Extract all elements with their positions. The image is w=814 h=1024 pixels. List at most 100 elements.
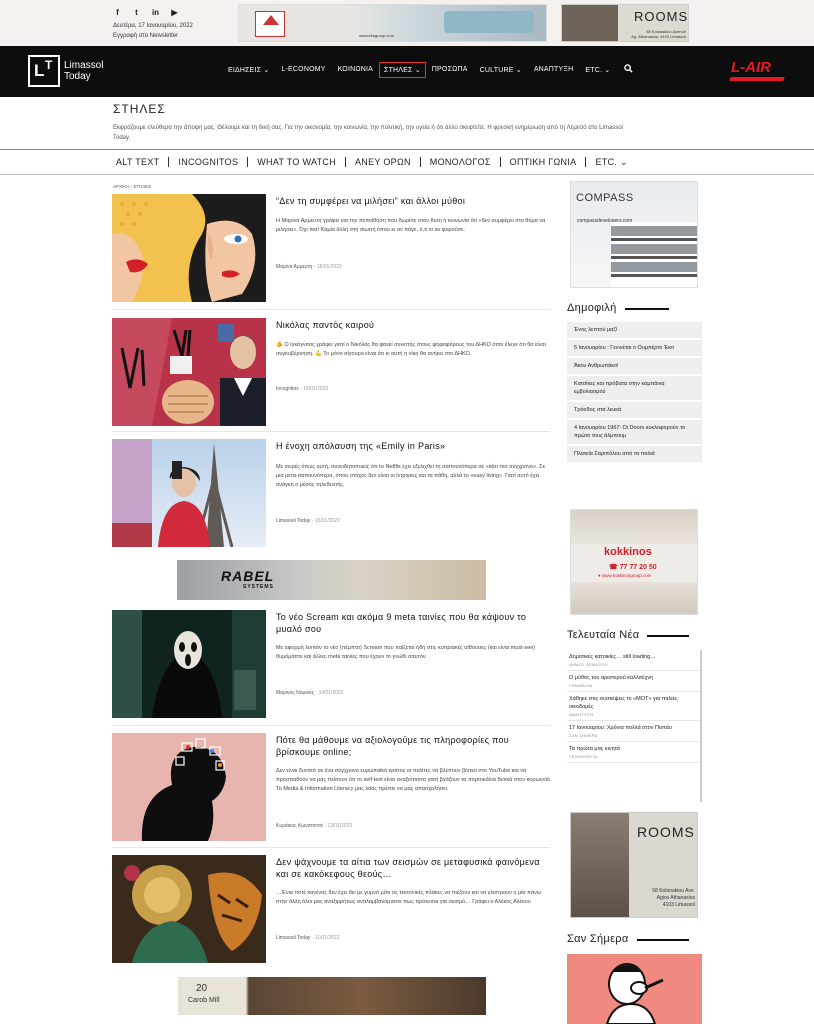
youtube-icon[interactable]: ▶ [170,8,179,17]
article-author[interactable]: Incognitos [276,386,299,392]
nav-item-columns[interactable]: ΣΤΗΛΕΣ ⌄ [379,62,426,78]
list-item[interactable]: Τρόοδος στα λευκά [567,402,702,420]
nav-item-news[interactable]: ΕΙΔΗΣΕΙΣ ⌄ [222,66,275,78]
article-author[interactable]: Κυριάκος Κωνσταντά [276,823,323,829]
linkedin-icon[interactable]: in [151,8,160,17]
subnav-item-incognitos[interactable]: INCOGNITOS [169,157,249,167]
ad-brand: RABEL [221,568,275,584]
divider [112,431,550,432]
article-date: 14/01/2022 [318,690,344,696]
list-item[interactable]: Χάθηκε στις συσκέψεις το «ΜΟΤ» για παλιέ… [567,692,700,721]
search-icon[interactable] [616,64,633,78]
article-thumbnail[interactable] [112,439,266,547]
nav-item-l-economy[interactable]: L-ECONOMY [275,66,331,78]
article-thumbnail[interactable] [112,855,266,963]
newsletter-link[interactable]: Εγγραφή στο Newsletter [113,33,178,39]
article-author[interactable]: Μαρίνα Αρμεύτη [276,264,312,270]
list-item[interactable]: 17 Ιανουαρίου: Χρόνια πολλά στον Ποπάυ Σ… [567,721,700,742]
subnav-item-etc[interactable]: ETC. ⌄ [586,157,636,167]
subnav-item-what-to-watch[interactable]: WHAT TO WATCH [248,157,346,167]
latest-category: ΑΝΑΠΤΥΞΗ [569,712,594,717]
rooms-top-ad[interactable]: ROOMS 58 Kolonakiou Avenue Ag. Athanasio… [561,4,689,42]
nav-item-development[interactable]: ΑΝΑΠΤΥΞΗ [528,66,580,78]
list-item[interactable]: Πλατεία Σαριπόλου από τα παλιά [567,446,702,464]
latest-title[interactable]: Χάθηκε στις συσκέψεις το «ΜΟΤ» για παλιέ… [569,695,696,711]
article-title[interactable]: Δεν ψάχνουμε τα αίτια των σεισμών σε μετ… [276,856,552,880]
list-item[interactable]: Δημοτικές κατοικίες… still loading… ΔΗΜΟ… [567,650,700,671]
article-excerpt: Η Μαρίνα Αρμεύτη γράφει για την πεποίθησ… [276,218,546,233]
site-logo[interactable]: Limassol Today [28,55,103,87]
article-meta: Limassol Today - 15/01/2022 [276,518,340,524]
ad-image [571,582,697,614]
subnav-item-anev-oron[interactable]: ΑΝΕΥ ΟΡΩΝ [346,157,421,167]
article-date: 18/01/2022 [316,264,342,270]
article-thumbnail[interactable] [112,194,266,302]
list-item[interactable]: Άκου Ανθρωπάκο! [567,358,702,376]
list-item[interactable]: Ο μύθος του αριστερού καλλιτέχνη ΓΡΑΜΜΑΤ… [567,671,700,692]
article-meta: Μαρίνα Αρμεύτη - 18/01/2022 [276,264,342,270]
ad-image [562,5,618,41]
nav-item-people[interactable]: ΠΡΟΣΩΠΑ [426,66,474,78]
ad-subbrand: SYSTEMS [243,584,274,590]
article-thumbnail[interactable] [112,610,266,718]
article-title[interactable]: Νικόλας παντός καιρού [276,319,552,331]
list-item[interactable]: Κατσίκες και πρόβατα στην καμπάνια εμβολ… [567,376,702,402]
article-date: 13/01/2022 [327,823,353,829]
article-card: Πότε θα μάθουμε να αξιολογούμε τις πληρο… [112,733,552,841]
article-thumbnail[interactable] [112,733,266,841]
rooms-ad-address-line: 58 Kolonakiou Ave. [652,888,695,894]
article-title[interactable]: Πότε θα μάθουμε να αξιολογούμε τις πληρο… [276,734,552,758]
ad-image [611,222,697,287]
article-author[interactable]: Limassol Today [276,935,310,941]
facebook-icon[interactable]: f [113,8,122,17]
ad-brand: COMPASS [576,192,634,204]
latest-news-heading: Τελευταία Νέα [567,629,690,641]
list-item[interactable]: Ένος λεπτού μαζί [567,322,702,340]
list-item[interactable]: Τα πρώτα μας κινητά ΤΕΧΝΟΛΟΓΙΑ [567,742,700,763]
twitter-icon[interactable]: t [132,8,141,17]
article-meta: Limassol Today - 11/01/2022 [276,935,340,941]
kokkinos-ad[interactable]: kokkinos ☎ 77 77 20 50 ● www.kokkinosgro… [570,509,698,615]
rabel-banner-ad[interactable]: RABEL SYSTEMS [177,560,486,600]
l-air-logo[interactable]: L-AIR [728,58,786,84]
top-banner-ad[interactable]: www.ekagroup.com [238,4,547,42]
top-bar: f t in ▶ Δευτέρα, 17 Ιανουαρίου, 2022 Εγ… [0,0,814,46]
nav-item-society[interactable]: ΚΟΙΝΩΝΙΑ [332,66,379,78]
main-navigation: Limassol Today ΕΙΔΗΣΕΙΣ ⌄ L-ECONOMY ΚΟΙΝ… [0,46,814,97]
logo-mark [28,55,60,87]
article-title[interactable]: “Δεν τη συμφέρει να μιλήσει” και άλλοι μ… [276,195,552,207]
article-excerpt: Με σειρές όπως αυτή, συνειδητοποιείς ότι… [276,464,546,488]
article-title[interactable]: Το νέο Scream και ακόμα 9 meta ταινίες π… [276,611,552,635]
article-author[interactable]: Limassol Today [276,518,310,524]
article-date: 15/01/2022 [314,518,340,524]
latest-category: ΣΑΝ ΣΗΜΕΡΑ [569,733,598,738]
article-title[interactable]: Η ένοχη απόλαυση της «Emily in Paris» [276,440,552,452]
rooms-ad-title: ROOMS [637,824,695,840]
article-excerpt: Με αφορμή λοιπόν το νέο (πέμπτο) Scream … [276,645,536,660]
latest-news-list[interactable]: Δημοτικές κατοικίες… still loading… ΔΗΜΟ… [567,650,702,802]
latest-title[interactable]: Ο μύθος του αριστερού καλλιτέχνη [569,674,696,682]
latest-title[interactable]: Δημοτικές κατοικίες… still loading… [569,653,696,661]
subnav-item-alt-text[interactable]: ALT TEXT [116,157,170,167]
latest-title[interactable]: 17 Ιανουαρίου: Χρόνια πολλά στον Ποπάυ [569,724,696,732]
subnav-item-monologos[interactable]: ΜΟΝΟΛΟΓΟΣ [421,157,501,167]
nav-item-culture[interactable]: CULTURE ⌄ [474,66,528,78]
article-card: Δεν ψάχνουμε τα αίτια των σεισμών σε μετ… [112,855,552,963]
list-item[interactable]: 4 Ιανουαρίου 1967: Οι Doors κυκλοφορούν … [567,420,702,446]
compass-ad[interactable]: COMPASS compassdevelopers.com [570,181,698,288]
on-this-day-image[interactable] [567,954,702,1024]
carob-mill-banner-ad[interactable]: 20 Carob Mill [178,977,486,1015]
article-card: Το νέο Scream και ακόμα 9 meta ταινίες π… [112,610,552,718]
article-thumbnail[interactable] [112,318,266,426]
latest-title[interactable]: Τα πρώτα μας κινητά [569,745,696,753]
rooms-sidebar-ad[interactable]: ROOMS 58 Kolonakiou Ave. Agios Athanasio… [570,812,698,918]
breadcrumb[interactable]: ΑΡΧΙΚΗ › ΣΤΗΛΕΣ [113,184,151,189]
article-author[interactable]: Μαρίνος Νομικός [276,690,314,696]
nav-item-etc[interactable]: ETC. ⌄ [579,66,616,78]
l-air-text: L-AIR [731,59,771,76]
list-item[interactable]: 5 Ιανουαρίου : Γεννιέται ο Ουμπέρτο Έκο [567,340,702,358]
subnav-item-optiki-gonia[interactable]: ΟΠΤΙΚΗ ΓΩΝΙΑ [501,157,587,167]
rooms-ad-address-line: Agios Athanasios [656,895,695,901]
popular-list: Ένος λεπτού μαζί 5 Ιανουαρίου : Γεννιέτα… [567,322,702,464]
ad-url: www.ekagroup.com [359,33,394,38]
